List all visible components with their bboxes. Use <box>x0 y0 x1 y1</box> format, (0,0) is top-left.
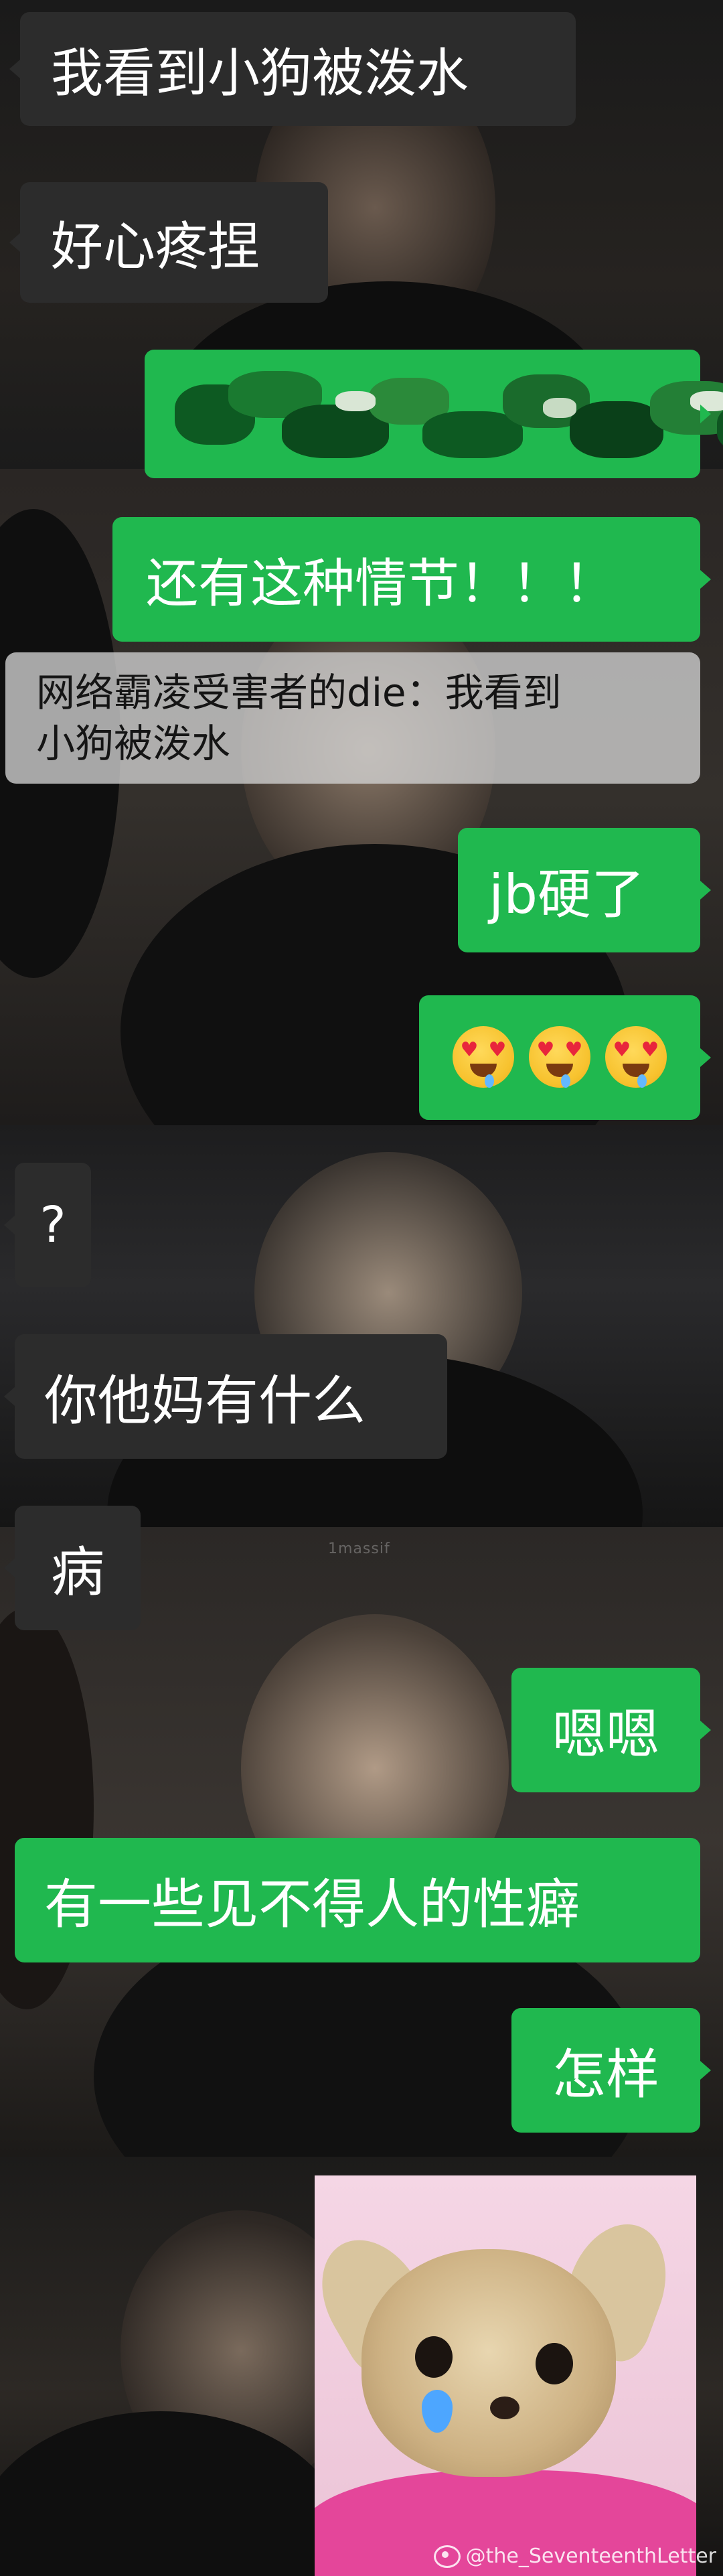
dog-head <box>362 2249 616 2477</box>
heart-eyes-drool-emoji: ♥ ♥ <box>605 1026 667 1088</box>
censored-content <box>168 364 723 465</box>
dog-nose <box>490 2396 519 2419</box>
message-sent-censored[interactable] <box>145 350 723 478</box>
message-sent[interactable]: 怎样 <box>511 2008 711 2133</box>
footer-handle: @the_SeventeenthLetter <box>465 2545 716 2568</box>
dog-eye <box>536 2343 573 2384</box>
message-sent[interactable]: 还有这种情节！！！ <box>112 517 711 642</box>
caption-line-2: 小狗被泼水 <box>36 721 231 766</box>
message-text: 嗯嗯 <box>552 1703 659 1766</box>
message-text: 病 <box>51 1541 104 1603</box>
message-received[interactable]: 你他妈有什么 <box>4 1334 447 1459</box>
message-text: ? <box>39 1196 66 1254</box>
weibo-icon <box>433 2545 461 2568</box>
heart-eyes-drool-emoji: ♥ ♥ <box>453 1026 514 1088</box>
message-sent[interactable]: 嗯嗯 <box>511 1668 711 1792</box>
watermark: 1massif <box>328 1541 390 1557</box>
background-frame-3 <box>0 1125 723 1527</box>
message-sent[interactable]: jb硬了 <box>458 828 711 952</box>
footer-watermark: @the_SeventeenthLetter <box>433 2545 716 2568</box>
message-received[interactable]: 病 <box>4 1506 141 1630</box>
crying-dog-sticker[interactable] <box>315 2175 696 2576</box>
message-text: 好心疼捏 <box>51 217 260 277</box>
message-sent-emoji[interactable]: ♥♥ ♥♥ ♥♥ 😍😍😍 <box>419 995 711 1120</box>
dog-eye <box>415 2336 453 2378</box>
heart-eyes-drool-emoji: ♥ ♥ <box>529 1026 590 1088</box>
message-text: 怎样 <box>552 2044 659 2106</box>
caption-line-1: 网络霸凌受害者的die：我看到 <box>36 670 562 715</box>
message-received[interactable]: ? <box>4 1163 91 1287</box>
caption-bubble[interactable]: 网络霸凌受害者的die：我看到 小狗被泼水 <box>5 652 700 784</box>
message-text: jb硬了 <box>489 863 645 926</box>
message-text: 有一些见不得人的性癖 <box>44 1873 580 1936</box>
message-sent[interactable]: 有一些见不得人的性癖 <box>15 1838 700 1962</box>
message-received[interactable]: 我看到小狗被泼水 <box>9 12 576 126</box>
message-text: 还有这种情节！！！ <box>146 554 617 614</box>
message-received[interactable]: 好心疼捏 <box>9 182 328 303</box>
message-text: 我看到小狗被泼水 <box>51 44 469 104</box>
message-text: 你他妈有什么 <box>44 1370 366 1432</box>
